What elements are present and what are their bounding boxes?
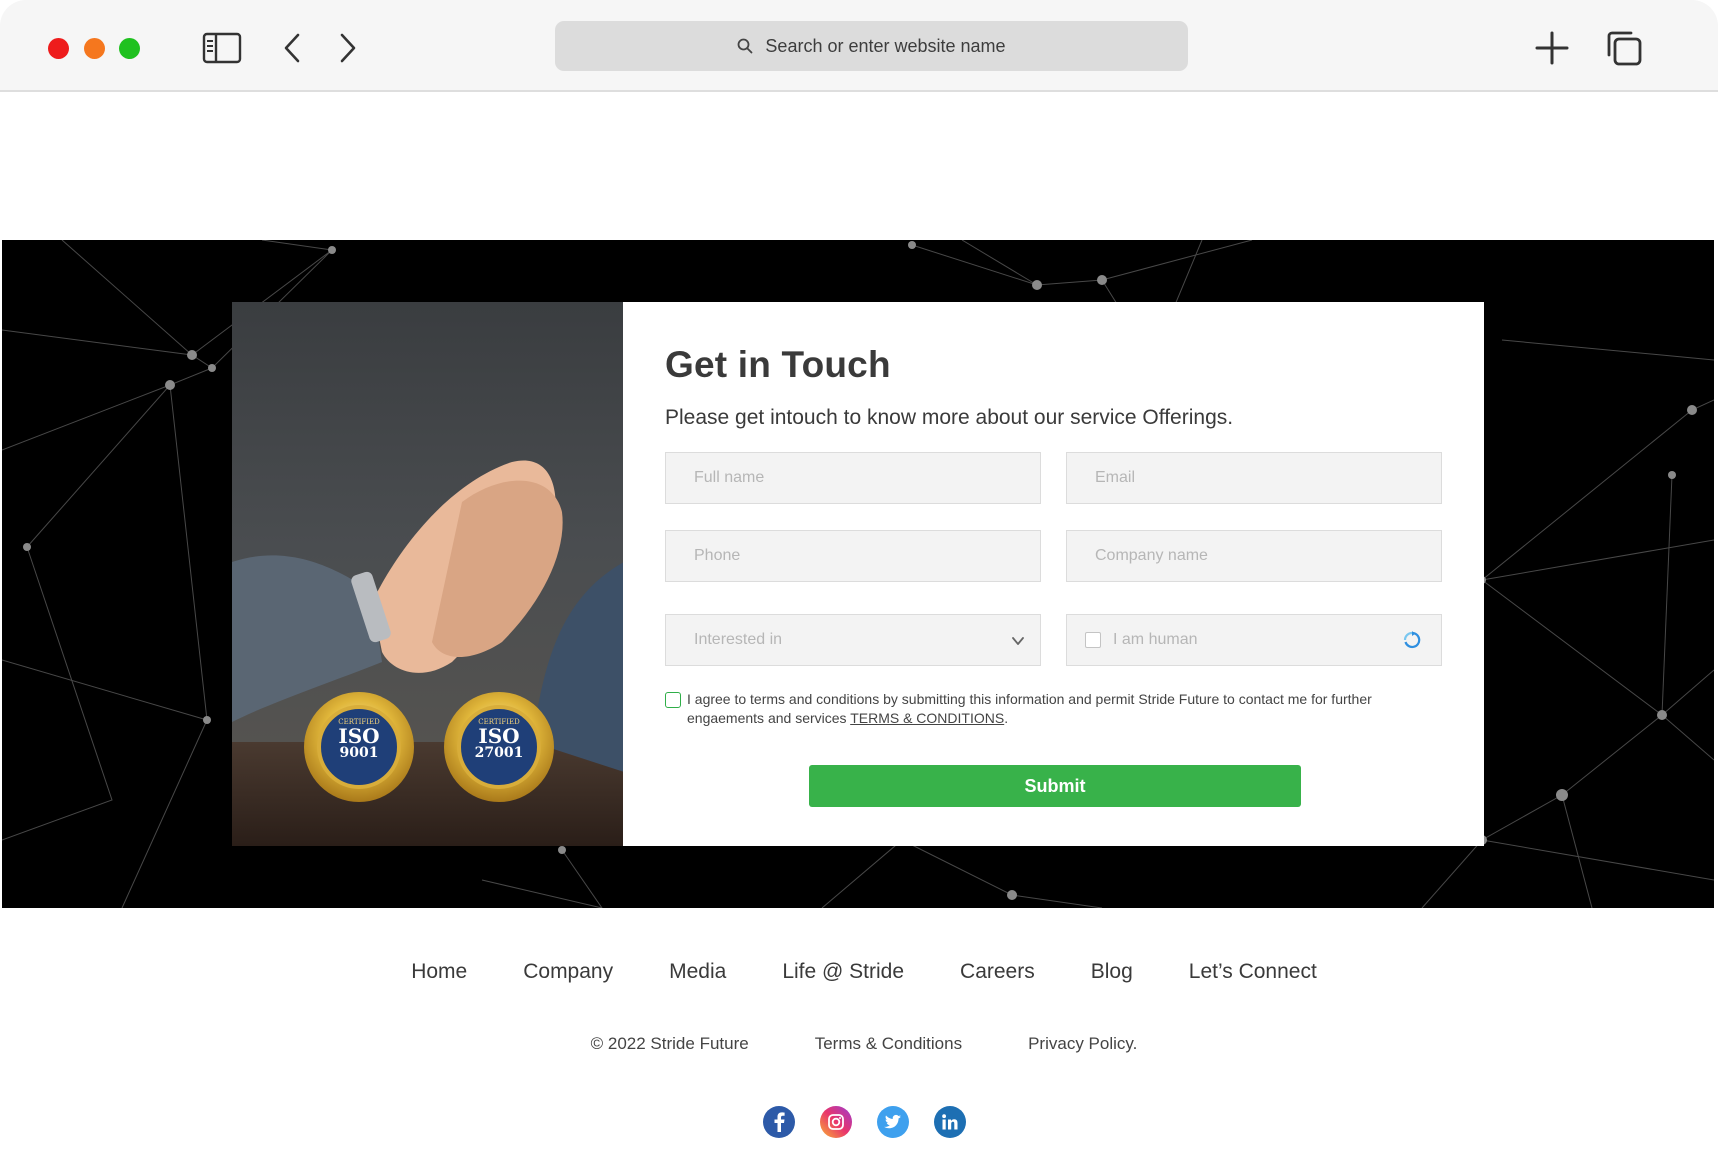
terms-link[interactable]: TERMS & CONDITIONS [850, 710, 1004, 726]
phone-field[interactable] [665, 530, 1041, 582]
sidebar-toggle-icon[interactable] [200, 28, 244, 68]
zoom-window-button[interactable] [119, 38, 140, 59]
badge-name: ISO [478, 724, 520, 748]
form-fields: Interested in I am human [665, 452, 1442, 666]
consent-checkbox[interactable] [665, 692, 681, 708]
captcha-widget[interactable]: I am human [1066, 614, 1442, 666]
footer-link-home[interactable]: Home [411, 960, 467, 984]
footer-link-connect[interactable]: Let’s Connect [1189, 960, 1317, 984]
form-subtitle: Please get intouch to know more about ou… [665, 406, 1234, 429]
footer-legal: © 2022 Stride Future Terms & Conditions … [0, 1034, 1718, 1054]
footer-terms-link[interactable]: Terms & Conditions [815, 1034, 962, 1054]
search-icon [738, 38, 753, 54]
submit-button[interactable]: Submit [809, 765, 1301, 807]
consent-text: I agree to terms and conditions by submi… [687, 691, 1372, 726]
contact-form: Get in Touch Please get intouch to know … [623, 302, 1484, 846]
captcha-label: I am human [1113, 631, 1198, 648]
full-name-input[interactable] [694, 469, 1012, 487]
form-title: Get in Touch [665, 344, 891, 385]
consent-tail: . [1004, 710, 1009, 726]
email-field[interactable] [1066, 452, 1442, 504]
footer-link-careers[interactable]: Careers [960, 960, 1035, 984]
interested-in-label: Interested in [694, 631, 783, 648]
copyright: © 2022 Stride Future [590, 1034, 749, 1053]
address-bar[interactable]: Search or enter website name [555, 21, 1188, 71]
footer-link-life[interactable]: Life @ Stride [782, 960, 904, 984]
footer-link-media[interactable]: Media [669, 960, 726, 984]
footer-nav: Home Company Media Life @ Stride Careers… [0, 960, 1718, 984]
consent-text-block: I agree to terms and conditions by submi… [687, 690, 1442, 728]
phone-input[interactable] [694, 547, 1012, 565]
twitter-icon[interactable] [877, 1106, 909, 1138]
badge-name: ISO [338, 724, 380, 748]
browser-toolbar: Search or enter website name [0, 0, 1718, 92]
forward-icon[interactable] [326, 28, 370, 68]
captcha-logo-icon [1403, 631, 1421, 649]
new-tab-icon[interactable] [1530, 28, 1574, 68]
minimize-window-button[interactable] [84, 38, 105, 59]
chevron-down-icon [1012, 637, 1024, 645]
captcha-checkbox[interactable] [1085, 632, 1101, 648]
close-window-button[interactable] [48, 38, 69, 59]
company-input[interactable] [1095, 547, 1413, 565]
address-bar-placeholder: Search or enter website name [765, 35, 1006, 56]
company-field[interactable] [1066, 530, 1442, 582]
footer-link-blog[interactable]: Blog [1091, 960, 1133, 984]
consent-row: I agree to terms and conditions by submi… [665, 690, 1442, 728]
instagram-icon[interactable] [820, 1106, 852, 1138]
footer-link-company[interactable]: Company [523, 960, 613, 984]
iso-9001-badge: CERTIFIED ISO 9001 [302, 690, 416, 804]
back-icon[interactable] [270, 28, 314, 68]
contact-card: CERTIFIED ISO 9001 CERTIFIED ISO 27001 G… [232, 302, 1484, 846]
social-links [0, 1106, 1718, 1138]
iso-27001-badge: CERTIFIED ISO 27001 [442, 690, 556, 804]
tab-overview-icon[interactable] [1602, 28, 1646, 68]
badge-number: 9001 [339, 745, 379, 761]
facebook-icon[interactable] [763, 1106, 795, 1138]
email-input[interactable] [1095, 469, 1413, 487]
footer-privacy-link[interactable]: Privacy Policy. [1028, 1034, 1137, 1054]
linkedin-icon[interactable] [934, 1106, 966, 1138]
browser-window: Search or enter website name CERTIFIED I… [0, 0, 1718, 1164]
full-name-field[interactable] [665, 452, 1041, 504]
contact-hero: CERTIFIED ISO 9001 CERTIFIED ISO 27001 G… [2, 240, 1714, 908]
interested-in-select[interactable]: Interested in [665, 614, 1041, 666]
handshake-photo: CERTIFIED ISO 9001 CERTIFIED ISO 27001 [232, 302, 623, 846]
badge-number: 27001 [474, 745, 524, 761]
